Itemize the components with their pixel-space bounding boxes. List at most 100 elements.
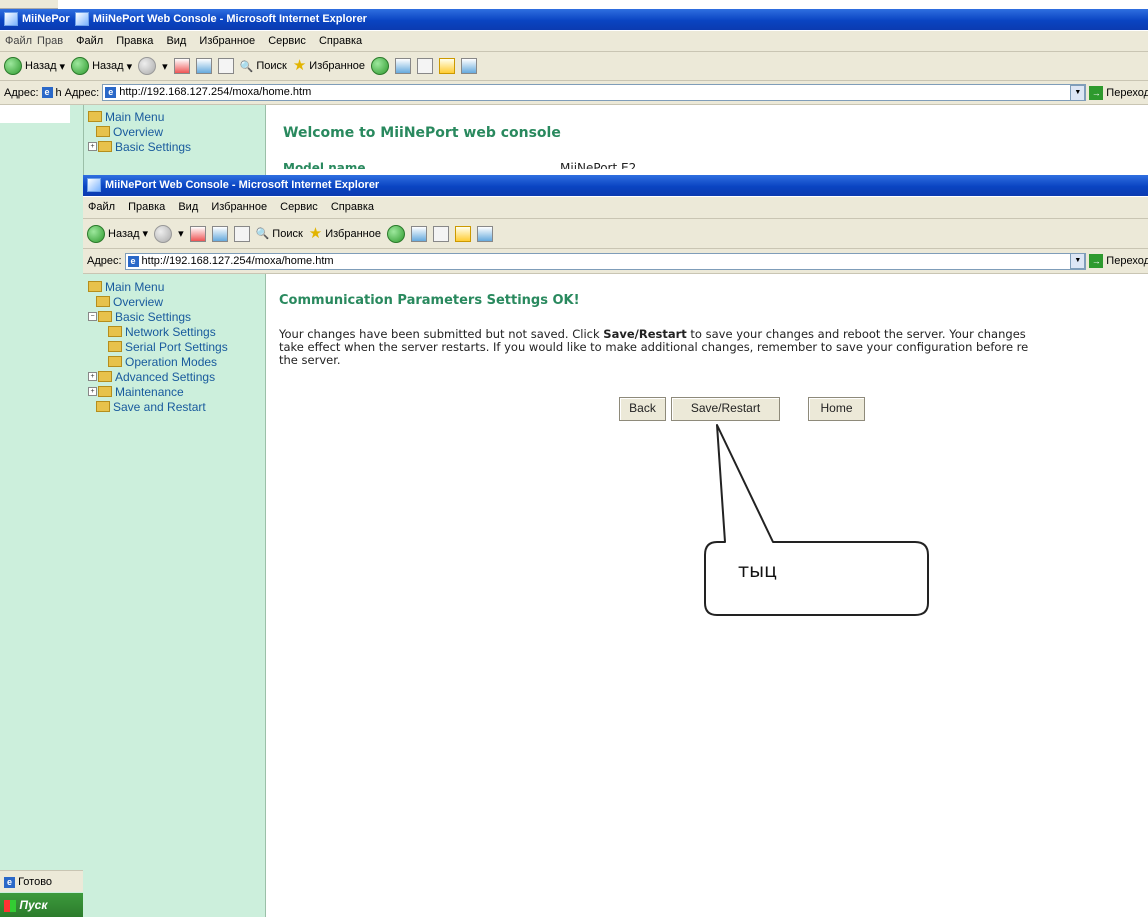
messenger-icon[interactable]	[476, 225, 493, 242]
menu-tools[interactable]: Сервис	[275, 197, 323, 217]
mail-icon[interactable]	[395, 58, 412, 74]
menu-favorites[interactable]: Избранное	[194, 31, 260, 51]
start-button[interactable]: Пуск	[0, 893, 83, 917]
folder-icon	[98, 386, 112, 398]
tree-operation-modes[interactable]: Operation Modes	[88, 355, 228, 370]
tree-overview[interactable]: Overview	[88, 295, 228, 310]
tree-main-menu[interactable]: Main Menu	[88, 110, 191, 125]
menu-help[interactable]: Справка	[314, 31, 367, 51]
menu-edit[interactable]: Правка	[123, 197, 170, 217]
print-icon[interactable]	[432, 225, 449, 242]
expand-icon[interactable]: +	[88, 372, 97, 382]
front-url-text: http://192.168.127.254/moxa/home.htm	[141, 254, 334, 267]
tree-main-menu[interactable]: Main Menu	[88, 280, 228, 295]
folder-icon	[98, 311, 112, 323]
status-page-icon: e	[4, 877, 15, 888]
expand-icon[interactable]: +	[88, 387, 97, 397]
tree-label: Serial Port Settings	[125, 340, 228, 354]
menu-help[interactable]: Справка	[326, 197, 379, 217]
back-arrow-icon	[87, 224, 105, 243]
back-nav-button[interactable]: Назад ▾	[87, 224, 148, 243]
back-nav-button-left[interactable]: Назад ▾	[4, 57, 65, 75]
search-button[interactable]: 🔍 Поиск	[240, 60, 287, 73]
search-button[interactable]: 🔍 Поиск	[255, 227, 303, 241]
history-icon[interactable]	[386, 224, 405, 243]
menu-file-left[interactable]: Файл	[0, 31, 37, 51]
back-nav-button[interactable]: Назад ▾	[71, 57, 132, 75]
go-button[interactable]: Переход	[1106, 255, 1148, 267]
page-icon: e	[41, 87, 53, 98]
front-window: MiiNePort Web Console - Microsoft Intern…	[83, 175, 1148, 917]
folder-icon	[88, 111, 102, 123]
tree-network-settings[interactable]: Network Settings	[88, 325, 228, 340]
address-dropdown-icon[interactable]: ▼	[1070, 84, 1086, 101]
home-icon[interactable]	[217, 58, 234, 74]
back-welcome-heading: Welcome to MiiNePort web console	[283, 125, 561, 141]
message-text: Your changes have been submitted but not…	[279, 328, 1148, 367]
back-tree: Main Menu Overview + Basic Settings	[88, 110, 191, 155]
tree-basic-settings[interactable]: − Basic Settings	[88, 310, 228, 325]
page-icon: e	[105, 87, 117, 98]
back-model-name-value: MiiNePort E2	[560, 161, 637, 169]
front-title-bar[interactable]: MiiNePort Web Console - Microsoft Intern…	[83, 175, 1148, 196]
menu-view[interactable]: Вид	[161, 31, 191, 51]
tree-overview[interactable]: Overview	[88, 125, 191, 140]
message-line-2: take effect when the server restarts. If…	[279, 340, 1029, 354]
tree-label: Network Settings	[125, 325, 216, 339]
history-icon[interactable]	[371, 57, 390, 75]
back-nav-label: Назад	[92, 60, 124, 72]
menu-file[interactable]: Файл	[83, 197, 120, 217]
tree-save-and-restart[interactable]: Save and Restart	[88, 400, 228, 415]
refresh-icon[interactable]	[195, 58, 212, 74]
start-label: Пуск	[19, 898, 48, 912]
search-icon: 🔍	[255, 228, 270, 240]
folder-icon	[96, 401, 110, 413]
home-icon[interactable]	[233, 225, 250, 242]
menu-file[interactable]: Файл	[71, 31, 108, 51]
callout-text: тыц	[738, 560, 778, 582]
ie-window-icon	[87, 178, 101, 193]
tree-basic-settings[interactable]: + Basic Settings	[88, 140, 191, 155]
front-address-input[interactable]: e http://192.168.127.254/moxa/home.htm ▼	[124, 252, 1087, 270]
back-title-bar[interactable]: MiiNePor MiiNePort Web Console - Microso…	[0, 9, 1148, 30]
back-left-sliver	[0, 105, 84, 917]
forward-arrow-icon[interactable]	[138, 57, 157, 75]
tree-serial-port-settings[interactable]: Serial Port Settings	[88, 340, 228, 355]
message-bold: Save/Restart	[603, 327, 687, 341]
favorites-button[interactable]: ★ Избранное	[309, 226, 381, 241]
menu-view[interactable]: Вид	[173, 197, 203, 217]
menu-edit[interactable]: Правка	[111, 31, 158, 51]
go-arrow-icon[interactable]: →	[1089, 254, 1104, 268]
front-toolbar: Назад ▾ ▾ 🔍 Поиск ★ Избранное	[83, 219, 1148, 249]
back-address-input[interactable]: e http://192.168.127.254/moxa/home.htm ▼	[102, 84, 1087, 101]
forward-arrow-icon[interactable]	[154, 224, 173, 243]
folder-icon[interactable]	[454, 225, 471, 242]
go-arrow-icon[interactable]: →	[1089, 85, 1104, 100]
front-menu-bar: Файл Правка Вид Избранное Сервис Справка	[83, 197, 1148, 219]
menu-edit-left[interactable]: Прав	[37, 31, 68, 51]
menu-tools[interactable]: Сервис	[263, 31, 311, 51]
expand-icon[interactable]: +	[88, 142, 97, 152]
tree-label: Advanced Settings	[115, 370, 216, 384]
go-button[interactable]: Переход	[1106, 87, 1148, 99]
mail-icon[interactable]	[410, 225, 427, 242]
favorites-button[interactable]: ★ Избранное	[293, 58, 365, 73]
stop-icon[interactable]	[189, 225, 206, 242]
tree-label: Overview	[113, 125, 164, 139]
collapse-icon[interactable]: −	[88, 312, 97, 322]
menu-favorites[interactable]: Избранное	[206, 197, 272, 217]
folder-icon	[108, 356, 122, 368]
address-dropdown-icon[interactable]: ▼	[1070, 253, 1086, 269]
folder-icon[interactable]	[439, 58, 456, 74]
stop-icon[interactable]	[173, 58, 190, 74]
refresh-icon[interactable]	[211, 225, 228, 242]
print-icon[interactable]	[417, 58, 434, 74]
tree-maintenance[interactable]: + Maintenance	[88, 385, 228, 400]
front-tree: Main Menu Overview − Basic Settings Netwo…	[88, 280, 228, 415]
ie-window-icon	[74, 12, 89, 27]
tree-advanced-settings[interactable]: + Advanced Settings	[88, 370, 228, 385]
page-heading: Communication Parameters Settings OK!	[279, 293, 580, 308]
back-nav-label: Назад	[108, 227, 140, 240]
messenger-icon[interactable]	[461, 58, 478, 74]
back-button[interactable]: Back	[619, 397, 666, 421]
